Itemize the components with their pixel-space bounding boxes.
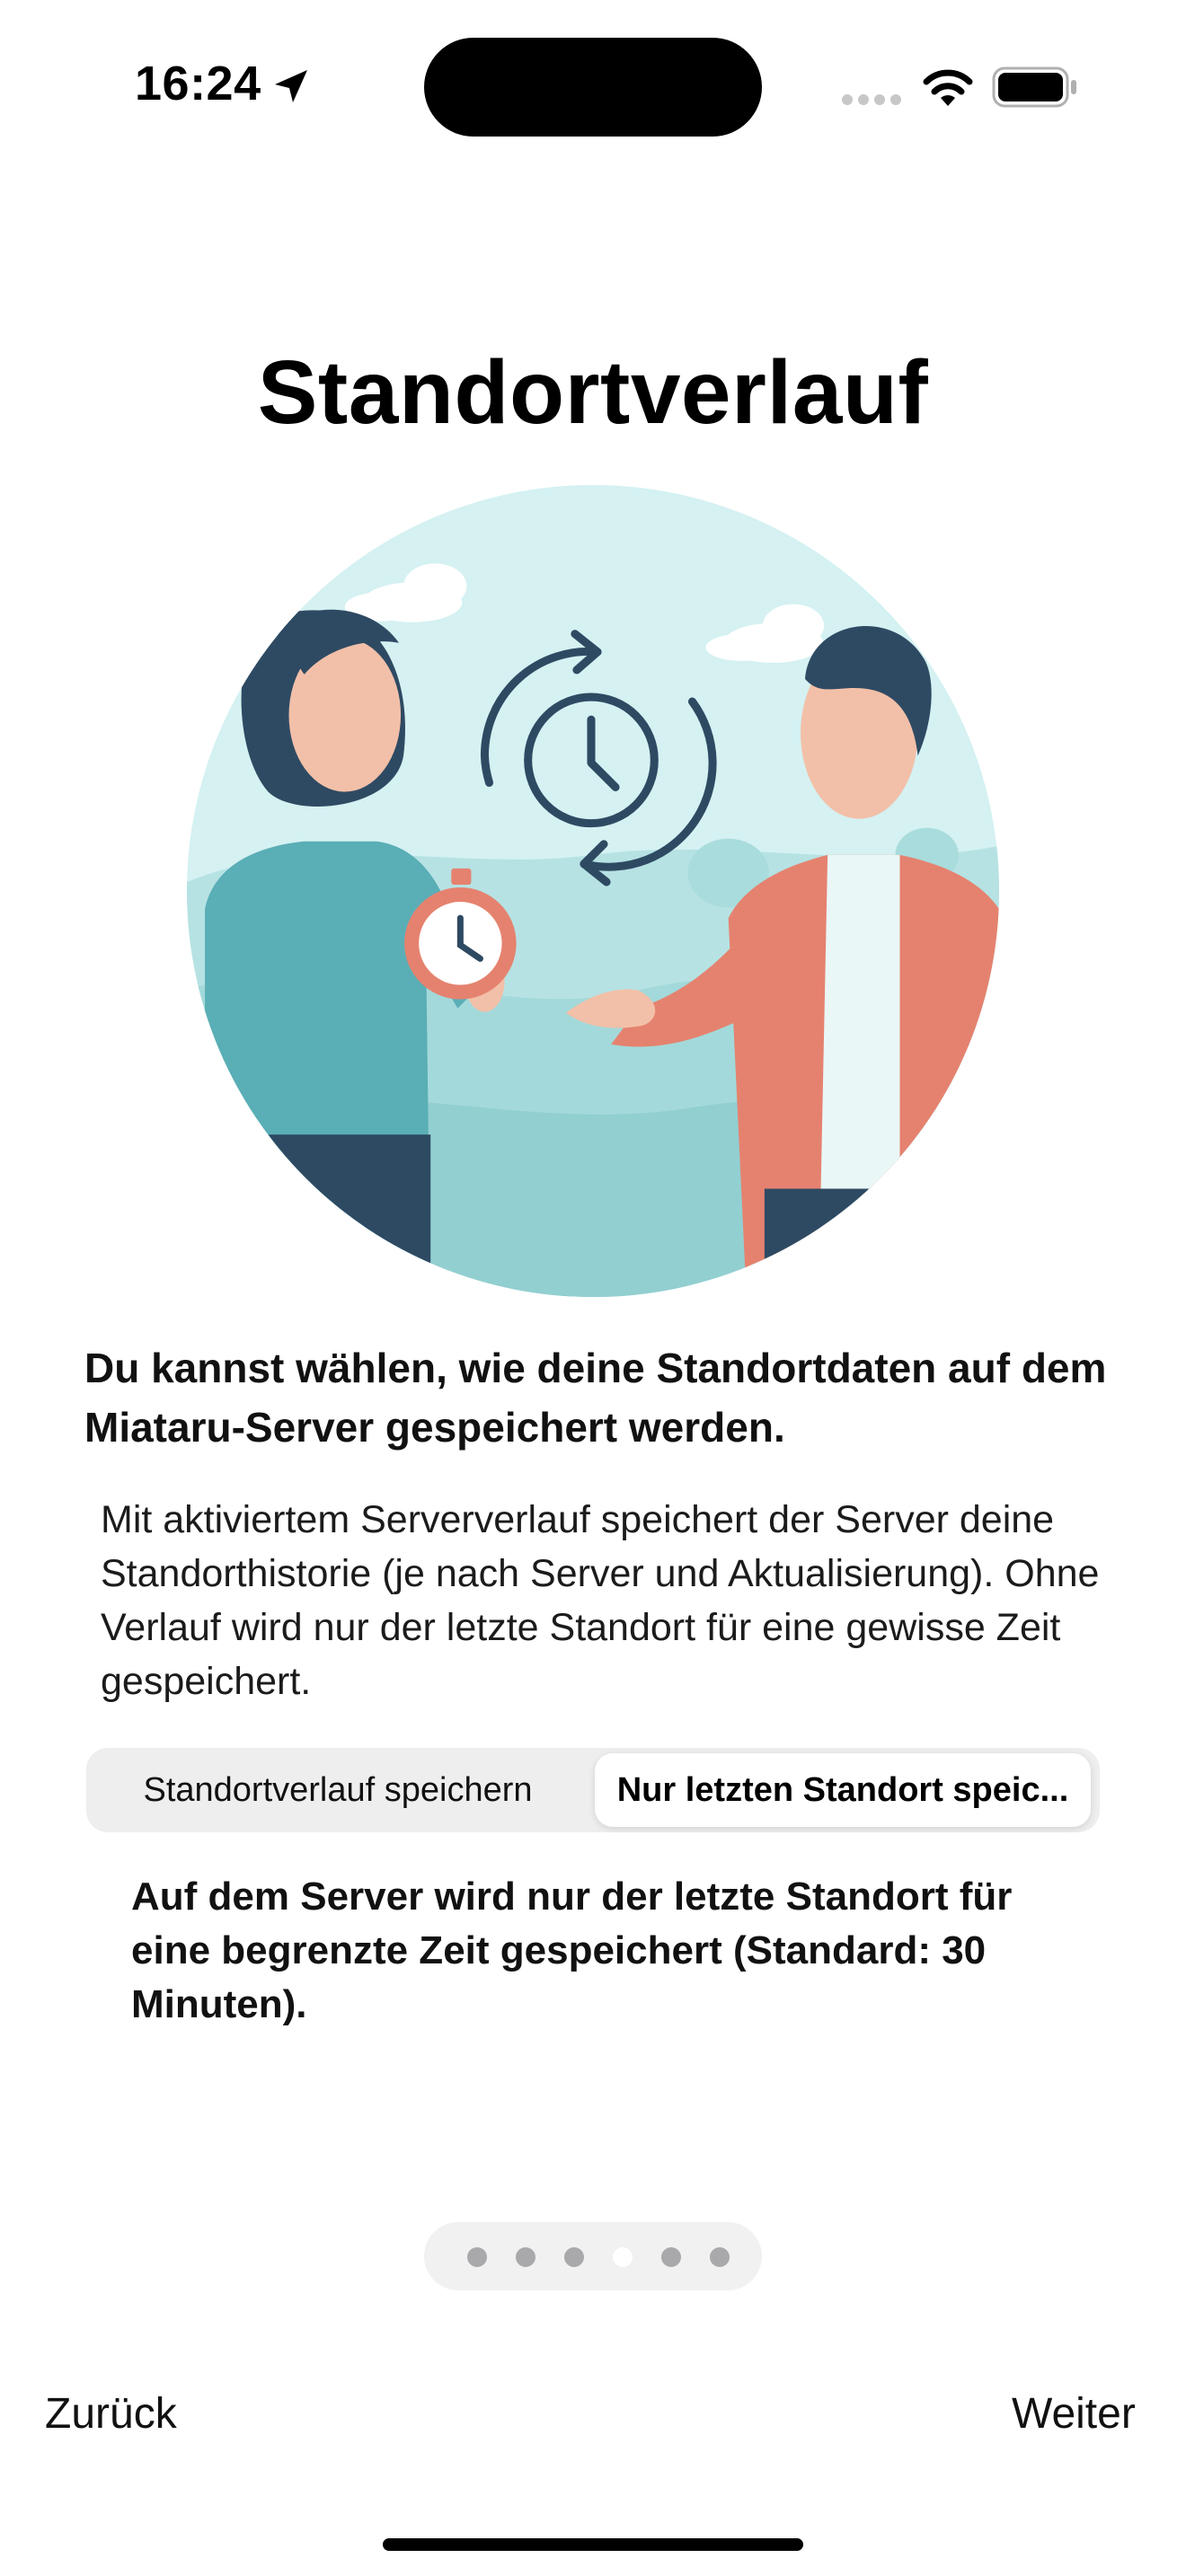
segment-save-history[interactable]: Standortverlauf speichern xyxy=(86,1748,589,1832)
page-indicator[interactable] xyxy=(424,2222,762,2290)
page-dot[interactable] xyxy=(710,2247,730,2267)
page-title: Standortverlauf xyxy=(257,342,929,443)
next-button[interactable]: Weiter xyxy=(1012,2389,1136,2439)
page-dot[interactable] xyxy=(467,2247,487,2267)
home-indicator[interactable] xyxy=(383,2538,803,2551)
history-illustration xyxy=(187,485,999,1297)
page-dot[interactable] xyxy=(516,2247,535,2267)
cellular-signal-icon xyxy=(842,94,901,105)
back-button[interactable]: Zurück xyxy=(45,2389,177,2439)
page-dot[interactable] xyxy=(661,2247,681,2267)
onboarding-description: Mit aktiviertem Serververlauf speichert … xyxy=(101,1498,1100,1703)
page-dot[interactable] xyxy=(564,2247,584,2267)
dynamic-island xyxy=(424,38,762,137)
status-time: 16:24 xyxy=(135,57,261,110)
page-dot-current[interactable] xyxy=(613,2247,633,2267)
onboarding-headline: Du kannst wählen, wie deine Standortdate… xyxy=(84,1345,1107,1451)
segment-last-location-only[interactable]: Nur letzten Standort speic... xyxy=(595,1753,1091,1827)
location-arrow-icon xyxy=(275,70,307,102)
storage-mode-segmented-control[interactable]: Standortverlauf speichern Nur letzten St… xyxy=(86,1748,1100,1832)
selected-mode-description: Auf dem Server wird nur der letzte Stand… xyxy=(131,1875,1013,2026)
wifi-icon xyxy=(923,69,973,106)
battery-icon xyxy=(992,66,1076,108)
